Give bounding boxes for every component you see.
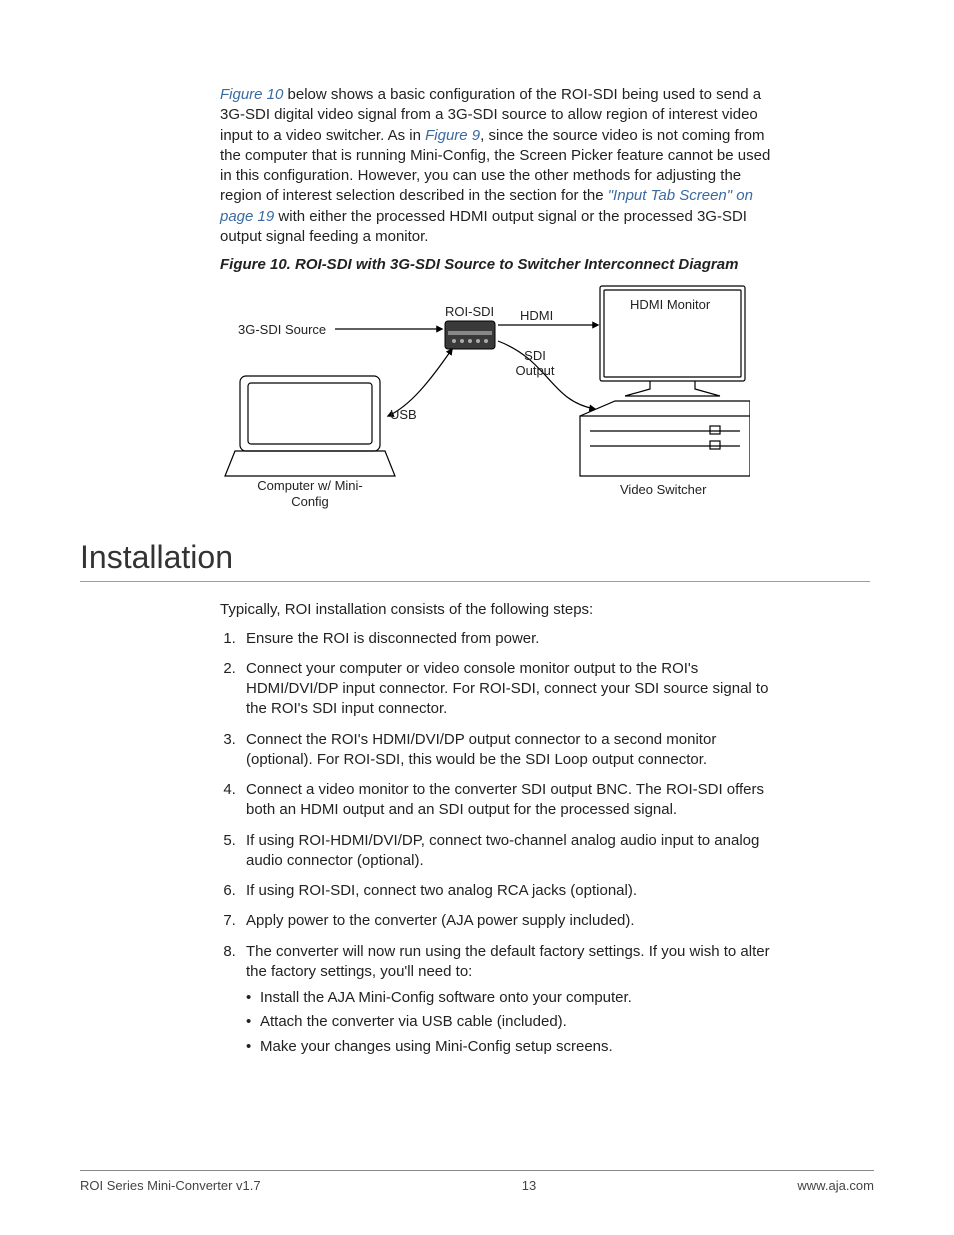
footer-page: 13 [522,1177,536,1195]
interconnect-diagram: 3G-SDI Source ROI-SDI HDMI SDI Output US… [220,281,750,506]
page-footer: ROI Series Mini-Converter v1.7 13 www.aj… [80,1170,874,1195]
label-monitor: HDMI Monitor [630,296,710,314]
substep-3: Make your changes using Mini-Config setu… [260,1037,780,1057]
substep-1: Install the AJA Mini-Config software ont… [260,988,780,1008]
step-8: The converter will now run using the def… [240,942,780,1057]
ref-figure-9[interactable]: Figure 9 [425,127,480,144]
step-1: Ensure the ROI is disconnected from powe… [240,629,780,649]
label-computer: Computer w/ Mini-Config [255,478,365,509]
step-7: Apply power to the converter (AJA power … [240,911,780,931]
substep-2: Attach the converter via USB cable (incl… [260,1012,780,1032]
substeps: Install the AJA Mini-Config software ont… [246,988,780,1057]
label-sdi: SDI Output [510,349,560,378]
step-2: Connect your computer or video console m… [240,659,780,720]
intro-paragraph: Figure 10 below shows a basic configurat… [220,85,780,247]
footer-left: ROI Series Mini-Converter v1.7 [80,1177,261,1195]
intro-seg3: with either the processed HDMI output si… [220,208,747,245]
figure-caption: Figure 10. ROI-SDI with 3G-SDI Source to… [220,255,780,275]
label-roi: ROI-SDI [445,303,494,321]
section-heading: Installation [80,536,870,582]
step-5: If using ROI-HDMI/DVI/DP, connect two-ch… [240,831,780,872]
label-source: 3G-SDI Source [238,321,326,339]
section-lead: Typically, ROI installation consists of … [220,600,780,620]
step-4: Connect a video monitor to the converter… [240,780,780,821]
ref-figure-10[interactable]: Figure 10 [220,86,283,103]
install-steps: Ensure the ROI is disconnected from powe… [220,629,780,1057]
label-switcher: Video Switcher [620,481,706,499]
step-6: If using ROI-SDI, connect two analog RCA… [240,881,780,901]
footer-right: www.aja.com [797,1177,874,1195]
step-3: Connect the ROI's HDMI/DVI/DP output con… [240,730,780,771]
label-usb: USB [390,406,417,424]
label-hdmi: HDMI [520,307,553,325]
step-8-text: The converter will now run using the def… [246,943,770,980]
